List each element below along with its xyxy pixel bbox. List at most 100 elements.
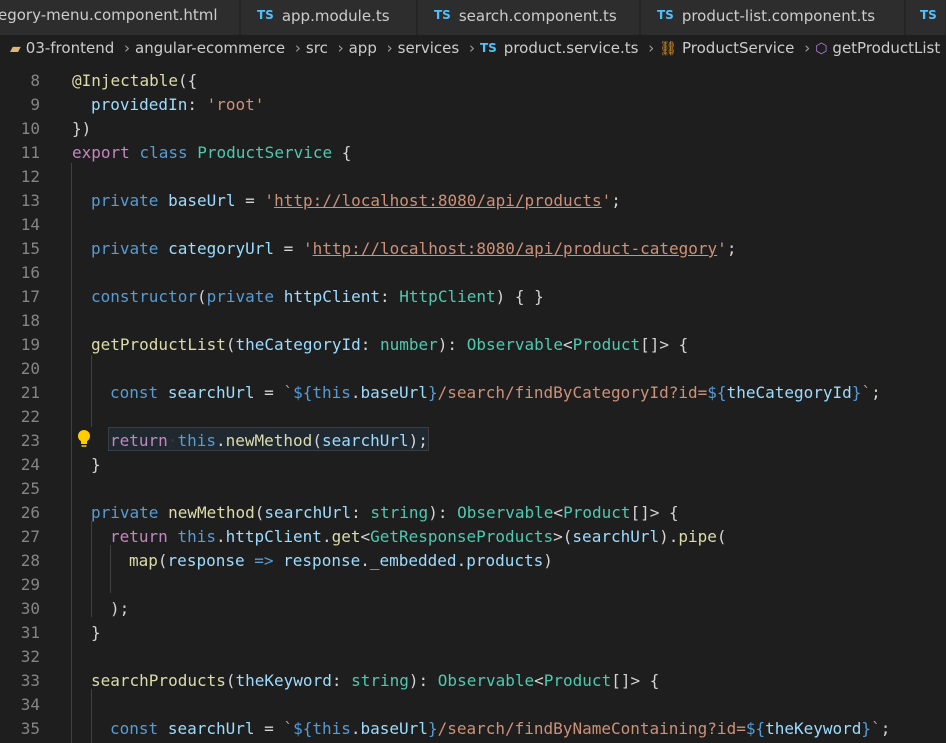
token: baseUrl bbox=[360, 383, 428, 402]
token: ): bbox=[428, 503, 458, 522]
token: : bbox=[380, 287, 400, 306]
token: ). bbox=[659, 527, 679, 546]
indent-guide bbox=[71, 163, 72, 743]
token: ); bbox=[408, 431, 428, 450]
token: } bbox=[91, 623, 101, 642]
token: ; bbox=[880, 719, 891, 738]
token: . bbox=[350, 383, 361, 402]
token: []> { bbox=[640, 335, 689, 354]
token: < bbox=[534, 671, 544, 690]
token: Observable bbox=[437, 671, 535, 690]
token: . bbox=[456, 551, 467, 570]
token: ) { } bbox=[495, 287, 544, 306]
line-number: 10 bbox=[20, 119, 40, 138]
line-number: 29 bbox=[20, 575, 40, 594]
token: ): bbox=[408, 671, 438, 690]
tab-label: app.module.ts bbox=[281, 7, 390, 25]
tab-product-service[interactable]: TS bbox=[906, 0, 946, 35]
token: pipe bbox=[678, 527, 717, 546]
token: = bbox=[254, 383, 284, 402]
breadcrumb-item[interactable]: angular-ecommerce bbox=[135, 39, 285, 57]
token: searchUrl bbox=[321, 431, 409, 450]
tab-category-menu-html[interactable]: egory-menu.component.html bbox=[0, 0, 240, 35]
breadcrumb-item[interactable]: getProductList bbox=[832, 39, 940, 57]
token: Observable bbox=[466, 335, 564, 354]
code-line-33: searchProducts(theKeyword: string): Obse… bbox=[91, 669, 659, 693]
token: string bbox=[351, 671, 409, 690]
token: } bbox=[861, 719, 872, 738]
token: searchUrl bbox=[167, 383, 255, 402]
line-number: 32 bbox=[20, 647, 40, 666]
token: export bbox=[72, 143, 130, 162]
code-editor[interactable]: 8 9 10 11 12 13 14 15 16 17 18 19 20 21 … bbox=[0, 69, 946, 743]
token: ' bbox=[264, 191, 275, 210]
chevron-right-icon: › bbox=[648, 39, 655, 57]
token: : bbox=[331, 671, 352, 690]
chevron-right-icon: › bbox=[124, 39, 131, 57]
breadcrumb-item[interactable]: product.service.ts bbox=[504, 39, 639, 57]
token: const bbox=[110, 719, 159, 738]
token: . bbox=[360, 551, 370, 570]
breadcrumb-item[interactable]: src bbox=[306, 39, 328, 57]
typescript-icon: TS bbox=[434, 8, 451, 22]
tab-app-module[interactable]: TS app.module.ts bbox=[241, 0, 417, 35]
token: ( bbox=[225, 335, 236, 354]
token: >( bbox=[553, 527, 573, 546]
line-number: 15 bbox=[20, 239, 40, 258]
token: ; bbox=[871, 383, 881, 402]
token: class bbox=[139, 143, 188, 162]
link[interactable]: http://localhost:8080/api/products bbox=[274, 191, 602, 210]
tab-label: search.component.ts bbox=[458, 7, 617, 25]
code-line-27: return this.httpClient.get<GetResponsePr… bbox=[110, 525, 727, 549]
breadcrumb-item[interactable]: 03-frontend bbox=[26, 39, 114, 57]
link[interactable]: http://localhost:8080/api/product-catego… bbox=[313, 239, 718, 258]
line-number: 21 bbox=[20, 383, 40, 402]
token: private bbox=[91, 239, 159, 258]
token: HttpClient bbox=[399, 287, 496, 306]
tab-label: egory-menu.component.html bbox=[0, 6, 218, 24]
chevron-right-icon: › bbox=[337, 39, 344, 57]
token: } bbox=[91, 455, 101, 474]
token: ${ bbox=[707, 383, 727, 402]
token: ` bbox=[283, 383, 294, 402]
editor-tab-bar: egory-menu.component.html TS app.module.t… bbox=[0, 0, 946, 35]
token: Observable bbox=[457, 503, 554, 522]
line-number: 8 bbox=[30, 71, 40, 90]
token: private bbox=[91, 503, 159, 522]
code-line-17: constructor(private httpClient: HttpClie… bbox=[91, 285, 544, 309]
token: ( bbox=[225, 671, 236, 690]
lightbulb-icon[interactable] bbox=[74, 428, 94, 450]
indent-guide bbox=[91, 521, 92, 617]
token: { bbox=[332, 143, 352, 162]
code-line-30: ); bbox=[110, 597, 129, 621]
token: : bbox=[360, 335, 380, 354]
token: = bbox=[274, 239, 303, 258]
token: · bbox=[167, 431, 178, 450]
breadcrumb-item[interactable]: ProductService bbox=[682, 39, 794, 57]
breadcrumb-item[interactable]: app bbox=[349, 39, 377, 57]
token: Product bbox=[563, 503, 631, 522]
token: ` bbox=[283, 719, 294, 738]
tab-product-list-component[interactable]: TS product-list.component.ts bbox=[641, 0, 905, 35]
indent-guide bbox=[91, 689, 92, 743]
code-line-11: export class ProductService { bbox=[72, 141, 351, 165]
breadcrumb-item[interactable]: services bbox=[398, 39, 460, 57]
tab-search-component[interactable]: TS search.component.ts bbox=[418, 0, 640, 35]
token: baseUrl bbox=[360, 719, 428, 738]
class-icon: ⛓ bbox=[659, 41, 678, 57]
code-line-10: }) bbox=[72, 117, 91, 141]
token: = bbox=[254, 719, 284, 738]
code-line-9: providedIn: 'root' bbox=[91, 93, 264, 117]
chevron-right-icon: › bbox=[386, 39, 393, 57]
typescript-icon: TS bbox=[257, 8, 274, 22]
token: private bbox=[91, 191, 159, 210]
line-number: 35 bbox=[20, 719, 40, 738]
code-line-19: getProductList(theCategoryId: number): O… bbox=[91, 333, 688, 357]
line-number: 12 bbox=[20, 167, 40, 186]
